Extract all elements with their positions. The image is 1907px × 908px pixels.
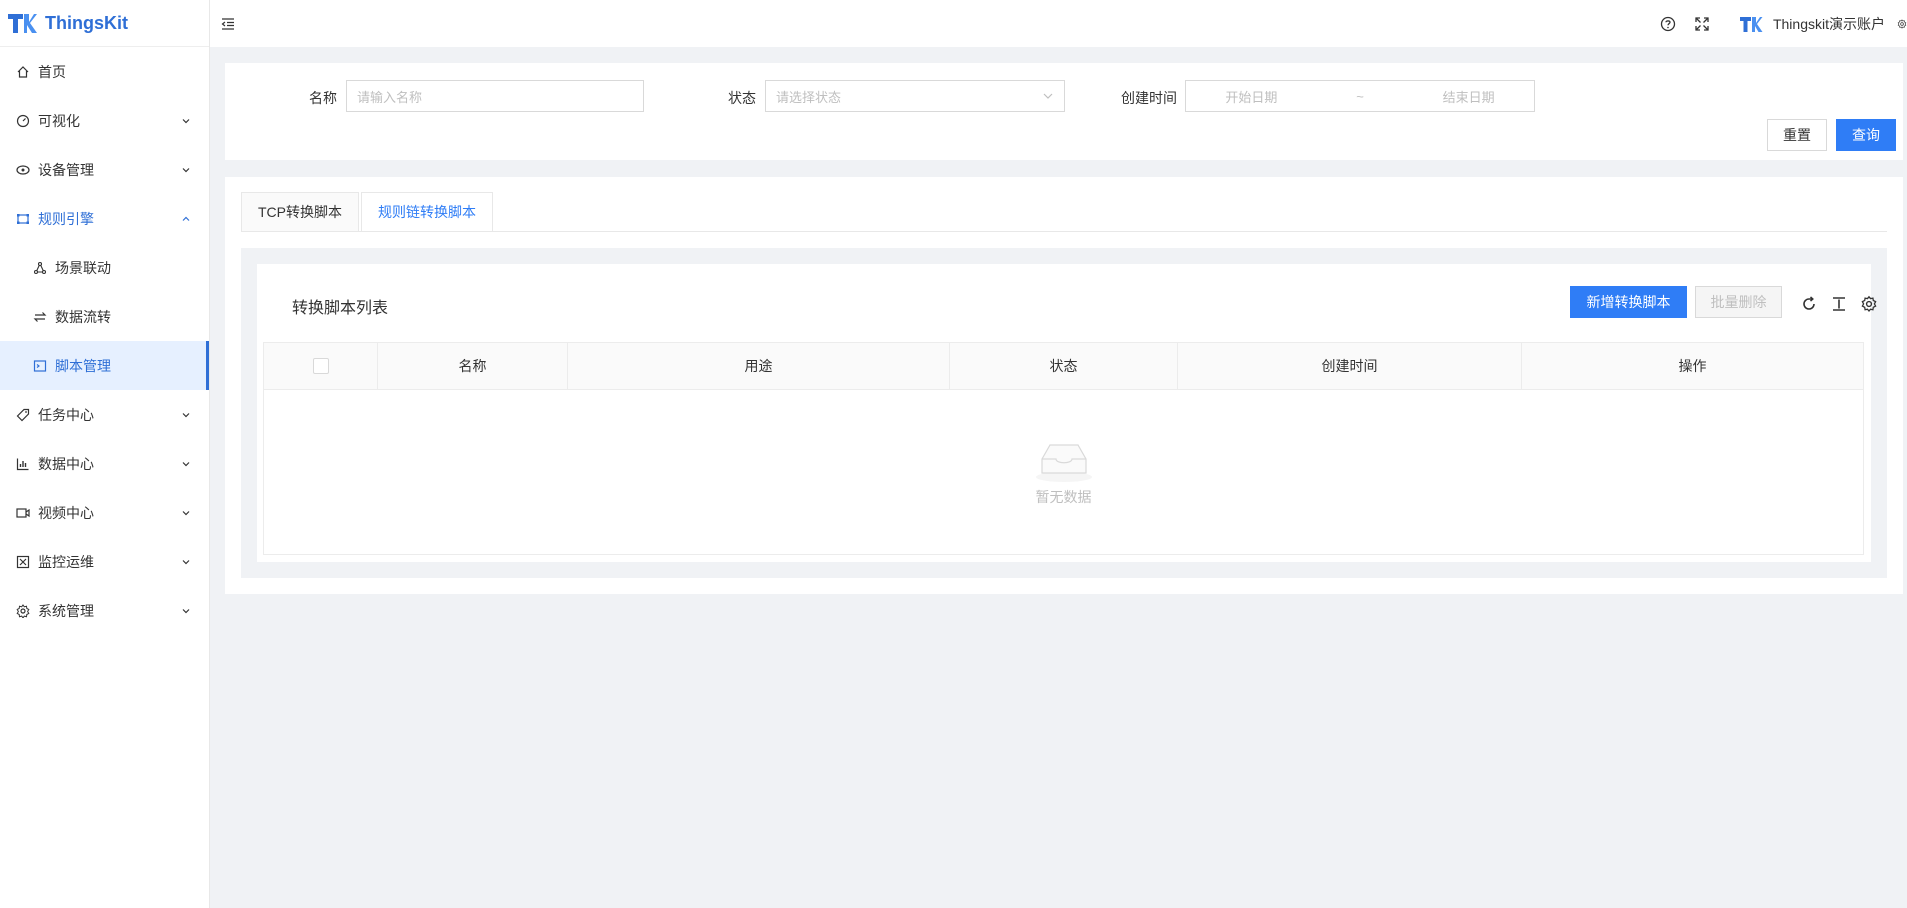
add-script-button[interactable]: 新增转换脚本 [1570, 286, 1687, 318]
sidebar-item-system-management[interactable]: 系统管理 [0, 586, 209, 635]
chevron-down-icon [182, 461, 190, 466]
chevron-down-icon [1043, 93, 1053, 99]
sidebar-item-label: 可视化 [38, 112, 80, 129]
sidebar-item-monitoring[interactable]: 监控运维 [0, 537, 209, 586]
video-icon [16, 506, 30, 520]
tab-tcp-script[interactable]: TCP转换脚本 [241, 192, 359, 232]
script-icon [33, 359, 47, 373]
search-form: 名称 请输入名称 状态 请选择状态 创建时间 开始日期 ~ 结束日期 重置 查询 [225, 63, 1903, 160]
sidebar-item-label: 设备管理 [38, 161, 94, 178]
flow-icon [33, 310, 47, 324]
status-label: 状态 [728, 90, 756, 106]
column-header-actions: 操作 [1678, 358, 1707, 374]
sidebar-item-video-center[interactable]: 视频中心 [0, 488, 209, 537]
brand-name: ThingsKit [45, 12, 128, 33]
dashboard-icon [16, 114, 30, 128]
date-range-separator: ~ [1356, 88, 1364, 104]
menu-collapse-icon[interactable] [220, 16, 236, 32]
sidebar-item-label: 监控运维 [38, 553, 94, 570]
sidebar-item-label: 脚本管理 [55, 357, 111, 374]
tabs-divider [241, 231, 1887, 232]
name-label: 名称 [309, 90, 337, 106]
thingskit-logo-icon [8, 14, 37, 33]
sidebar-item-home[interactable]: 首页 [0, 47, 209, 96]
settings-icon [16, 603, 30, 618]
select-all-checkbox[interactable] [312, 358, 329, 374]
sidebar-item-data-flow[interactable]: 数据流转 [0, 292, 209, 341]
fullscreen-icon[interactable] [1693, 15, 1711, 33]
column-settings-icon[interactable] [1859, 294, 1879, 314]
task-icon [16, 408, 30, 422]
query-button[interactable]: 查询 [1836, 119, 1896, 151]
table-header: 名称 用途 状态 创建时间 操作 [264, 343, 1863, 390]
sidebar-item-device-management[interactable]: 设备管理 [0, 145, 209, 194]
device-icon [16, 163, 30, 177]
chevron-down-icon [182, 412, 190, 417]
sidebar-item-label: 首页 [38, 63, 66, 80]
table-panel: 转换脚本列表 新增转换脚本 批量删除 名称 用途 状态 创建时间 操作 暂无数据 [257, 264, 1877, 562]
tab-rule-chain-script[interactable]: 规则链转换脚本 [361, 192, 493, 232]
select-all-cell [264, 343, 378, 389]
list-title: 转换脚本列表 [292, 300, 389, 317]
empty-box-icon [1035, 443, 1092, 482]
sidebar: ThingsKit 首页 可视化 设备管理 规则引擎 场景联动 数据流转 脚本管… [0, 0, 210, 908]
sidebar-item-label: 任务中心 [38, 406, 94, 423]
column-header-status[interactable]: 状态 [950, 343, 1178, 389]
sidebar-item-script-management[interactable]: 脚本管理 [0, 341, 209, 390]
help-icon[interactable] [1659, 15, 1677, 33]
column-header-name[interactable]: 名称 [378, 343, 568, 389]
rule-engine-submenu: 场景联动 数据流转 脚本管理 [0, 243, 209, 390]
sidebar-item-rule-engine[interactable]: 规则引擎 [0, 194, 209, 243]
user-menu[interactable]: Thingskit演示账户 [1739, 14, 1885, 34]
sidebar-item-label: 视频中心 [38, 504, 94, 521]
sidebar-menu: 首页 可视化 设备管理 规则引擎 场景联动 数据流转 脚本管理 任务中心 数据中… [0, 47, 209, 635]
column-header-created-time[interactable]: 创建时间 [1178, 343, 1522, 389]
batch-delete-button[interactable]: 批量删除 [1695, 286, 1782, 318]
sidebar-item-task-center[interactable]: 任务中心 [0, 390, 209, 439]
sidebar-item-label: 场景联动 [55, 259, 111, 276]
empty-state: 暂无数据 [264, 390, 1863, 555]
table-container: 转换脚本列表 新增转换脚本 批量删除 名称 用途 状态 创建时间 操作 暂无数据 [241, 248, 1887, 578]
end-date-placeholder[interactable]: 结束日期 [1443, 87, 1495, 106]
header-actions: Thingskit演示账户 [1659, 0, 1907, 47]
linkage-icon [33, 261, 47, 275]
top-header: Thingskit演示账户 [210, 0, 1907, 47]
chevron-down-icon [182, 510, 190, 515]
monitor-icon [16, 555, 30, 569]
column-height-icon[interactable] [1829, 294, 1849, 314]
data-chart-icon [16, 457, 30, 471]
script-type-tabs: TCP转换脚本 规则链转换脚本 [241, 192, 495, 232]
script-table: 名称 用途 状态 创建时间 操作 暂无数据 [263, 342, 1864, 555]
column-header-usage[interactable]: 用途 [568, 343, 950, 389]
home-icon [16, 65, 30, 79]
empty-text: 暂无数据 [1035, 488, 1092, 505]
created-time-label: 创建时间 [1121, 90, 1177, 106]
chevron-down-icon [182, 167, 190, 172]
rule-engine-icon [16, 212, 30, 226]
user-name: Thingskit演示账户 [1772, 15, 1885, 32]
name-placeholder: 请输入名称 [357, 89, 423, 105]
user-avatar-logo-icon [1739, 16, 1763, 32]
sidebar-item-label: 数据流转 [55, 308, 111, 325]
sidebar-item-data-center[interactable]: 数据中心 [0, 439, 209, 488]
settings-gear-icon[interactable] [1897, 15, 1907, 33]
sidebar-item-label: 规则引擎 [38, 210, 94, 227]
date-range-picker[interactable]: 开始日期 ~ 结束日期 [1185, 80, 1535, 112]
start-date-placeholder[interactable]: 开始日期 [1225, 87, 1277, 106]
script-list-card: TCP转换脚本 规则链转换脚本 转换脚本列表 新增转换脚本 批量删除 名称 用途… [225, 177, 1903, 594]
chevron-up-icon [182, 216, 190, 221]
status-placeholder: 请选择状态 [776, 89, 842, 105]
sidebar-item-visualization[interactable]: 可视化 [0, 96, 209, 145]
chevron-down-icon [182, 559, 190, 564]
chevron-down-icon [182, 608, 190, 613]
refresh-icon[interactable] [1799, 294, 1819, 314]
sidebar-item-scene-linkage[interactable]: 场景联动 [0, 243, 209, 292]
brand-logo[interactable]: ThingsKit [0, 0, 209, 47]
reset-button[interactable]: 重置 [1767, 119, 1827, 151]
sidebar-item-label: 系统管理 [38, 602, 94, 619]
name-search-input[interactable]: 请输入名称 [346, 80, 644, 112]
chevron-down-icon [182, 118, 190, 123]
status-select[interactable]: 请选择状态 [765, 80, 1065, 112]
sidebar-item-label: 数据中心 [38, 455, 94, 472]
